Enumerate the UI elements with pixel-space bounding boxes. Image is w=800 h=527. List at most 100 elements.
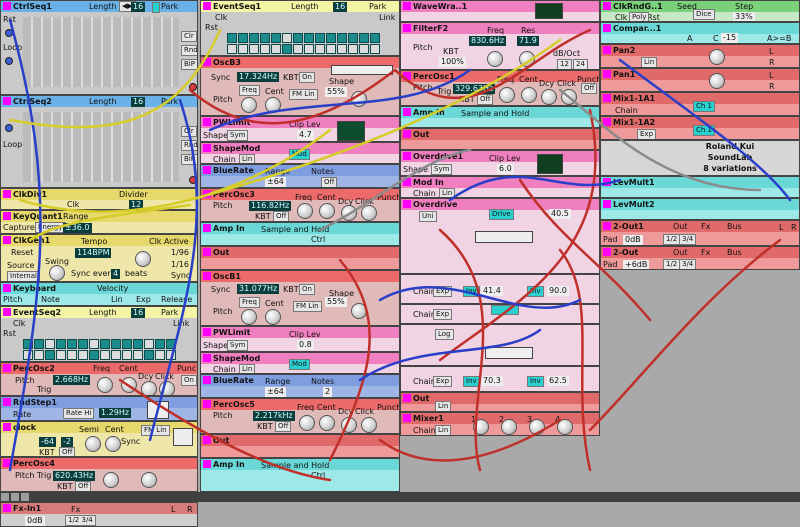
mix1a2-module[interactable]: Mix1-1A2 Exp Ch 1: [600, 116, 800, 140]
notes-toggle[interactable]: Off: [321, 177, 338, 187]
freq-knob[interactable]: [487, 51, 503, 67]
fxin1-module[interactable]: Fx-In1 Fx 0dB 1/2 3/4 L R: [0, 502, 198, 527]
freq-knob[interactable]: [299, 415, 315, 431]
out1-header[interactable]: Out: [201, 247, 399, 258]
collapse-icon[interactable]: [603, 118, 611, 126]
event-row-2[interactable]: [23, 350, 177, 360]
ch3-knob[interactable]: [529, 419, 545, 435]
out-jack[interactable]: [189, 83, 197, 91]
collapse-icon[interactable]: [403, 2, 411, 10]
collapse-icon[interactable]: [403, 178, 411, 186]
percosc3-module[interactable]: PercOsc3 Pitch 116.82Hz KBT Off Freq Cen…: [200, 188, 400, 222]
mixer1-module[interactable]: Mixer1 Chain Lin 1 2 3 4: [400, 412, 600, 436]
collapse-icon[interactable]: [203, 460, 211, 468]
slope-12-button[interactable]: 12: [557, 59, 572, 69]
cent-value[interactable]: -2: [61, 437, 73, 447]
shapemod-module[interactable]: ShapeMod Chain Lin Mod: [200, 142, 400, 164]
level-1-value[interactable]: 70.3: [481, 376, 503, 386]
ampin1-module[interactable]: Amp In Sample and Hold Ctrl: [200, 222, 400, 246]
cent-knob[interactable]: [521, 87, 537, 103]
poly-button[interactable]: Poly: [629, 12, 650, 21]
clk-in-jack[interactable]: [5, 124, 13, 132]
bip-button[interactable]: BiP: [181, 59, 197, 70]
ch1-button[interactable]: Ch 1: [693, 101, 716, 112]
swing-knob[interactable]: [49, 265, 65, 281]
lin-button[interactable]: Lin: [435, 425, 452, 435]
clkrndg-module[interactable]: ClkRndG..1 Seed Step Clk Rst Poly Dice 3…: [600, 0, 800, 22]
length-value[interactable]: 16: [131, 97, 146, 107]
collapse-icon[interactable]: [203, 2, 211, 10]
collapse-icon[interactable]: [3, 504, 11, 512]
divider-value[interactable]: 12: [129, 200, 144, 209]
lin-button[interactable]: Lin: [439, 188, 456, 197]
notes-value[interactable]: 2: [323, 387, 333, 397]
freq-value[interactable]: 116.82Hz: [249, 201, 292, 211]
collapse-icon[interactable]: [203, 376, 211, 384]
fm-lin-button[interactable]: FM Lin: [293, 301, 322, 312]
collapse-icon[interactable]: [603, 2, 611, 10]
pan-knob[interactable]: [709, 73, 725, 89]
pad-value[interactable]: +6dB: [623, 260, 650, 269]
collapse-icon[interactable]: [203, 272, 211, 280]
chain1-module[interactable]: Chain Exp Inv 41.4 Inv 90.0: [400, 274, 600, 304]
chain3-module[interactable]: Chain Exp Inv 70.3 Inv 62.5: [400, 366, 600, 392]
range-value[interactable]: ±64: [265, 177, 286, 187]
oscb1-header[interactable]: OscB1: [201, 271, 399, 282]
kbt-toggle[interactable]: On: [299, 72, 315, 83]
kbt-toggle[interactable]: On: [299, 284, 315, 295]
collapse-icon[interactable]: [603, 70, 611, 78]
wavewra-module[interactable]: WaveWra..1: [400, 0, 600, 22]
inv-button-2[interactable]: Inv: [527, 286, 544, 297]
collapse-icon[interactable]: [403, 394, 411, 402]
collapse-icon[interactable]: [603, 222, 611, 230]
collapse-icon[interactable]: [203, 248, 211, 256]
collapse-icon[interactable]: [3, 236, 11, 244]
inv-button-2[interactable]: Inv: [527, 376, 544, 387]
kbt-toggle[interactable]: Off: [477, 94, 494, 105]
level-2-value[interactable]: 90.0: [547, 286, 569, 296]
keyquant1-module[interactable]: KeyQuant1 Range Capture Energy ±36.0: [0, 210, 198, 234]
dcy-knob[interactable]: [341, 417, 357, 433]
kbt-value[interactable]: 100%: [439, 57, 466, 67]
bluerate2-module[interactable]: BlueRate Range ±64 Notes 2: [200, 374, 400, 398]
out3-header[interactable]: Out: [401, 129, 599, 140]
cent-knob[interactable]: [319, 203, 335, 219]
length-value[interactable]: 16: [131, 2, 146, 12]
clk-in-jack[interactable]: [5, 29, 13, 37]
out3-module[interactable]: Out: [400, 128, 600, 150]
collapse-icon[interactable]: [203, 144, 211, 152]
collapse-icon[interactable]: [603, 200, 611, 208]
collapse-icon[interactable]: [3, 212, 11, 220]
collapse-icon[interactable]: [203, 354, 211, 362]
out-12-button[interactable]: 1/2: [663, 259, 681, 269]
percosc4-module[interactable]: PercOsc4 Pitch Trig 620.43Hz KBT Off: [0, 457, 198, 492]
rate-hi-button[interactable]: Rate Hi: [63, 408, 95, 419]
freq-value[interactable]: 2.668Hz: [53, 375, 91, 385]
rate-value[interactable]: 1.29Hz: [99, 408, 132, 418]
out2-module[interactable]: Out: [200, 434, 400, 458]
punch-toggle[interactable]: Off: [581, 83, 598, 94]
cent-knob[interactable]: [265, 309, 281, 325]
shape-value[interactable]: 55%: [325, 87, 347, 97]
drive-button[interactable]: Drive: [489, 209, 514, 220]
ch4-knob[interactable]: [557, 419, 573, 435]
exp-button[interactable]: Exp: [637, 129, 657, 139]
semi-knob[interactable]: [85, 436, 101, 452]
out4-module[interactable]: Out Lin: [400, 392, 600, 412]
out-jack[interactable]: [189, 176, 197, 184]
collapse-icon[interactable]: [603, 178, 611, 186]
event-row-1[interactable]: [227, 33, 381, 43]
ctrlseq2-module[interactable]: CtrlSeq2 Length 16 Park Loop Clr Rnd BiP: [0, 95, 198, 188]
range-value[interactable]: ±36.0: [63, 223, 92, 233]
collapse-icon[interactable]: [3, 459, 11, 467]
cent-knob[interactable]: [319, 415, 335, 431]
dcy-knob[interactable]: [341, 205, 357, 221]
overdrive-module[interactable]: Overdrive Uni Drive 40.5: [400, 198, 600, 274]
freq-value[interactable]: 2.217kHz: [253, 411, 295, 421]
ch2-knob[interactable]: [501, 419, 517, 435]
step-value[interactable]: 33%: [733, 12, 755, 21]
tempo-knob[interactable]: [135, 251, 151, 267]
compar-module[interactable]: Compar...1 A C -15 A>=B: [600, 22, 800, 44]
fxin1-header[interactable]: Fx-In1: [1, 503, 197, 514]
click-knob[interactable]: [159, 381, 175, 395]
